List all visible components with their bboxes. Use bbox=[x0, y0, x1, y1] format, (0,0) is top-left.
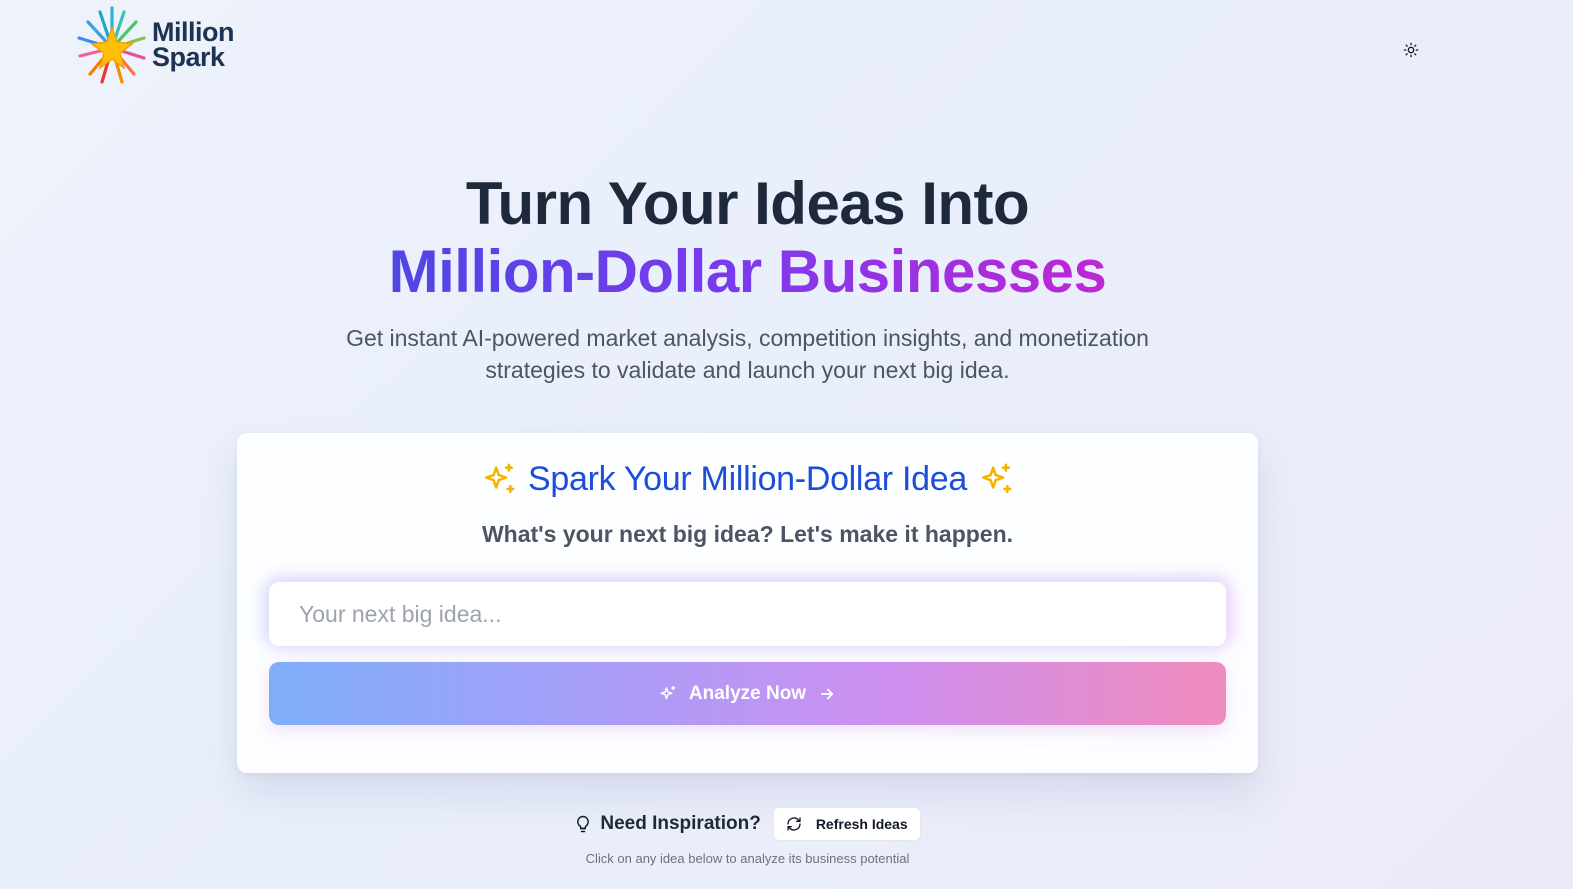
refresh-ideas-label: Refresh Ideas bbox=[815, 816, 908, 832]
inspiration-bar: Need Inspiration? Refresh Ideas bbox=[0, 806, 1495, 842]
idea-card: Spark Your Million-Dollar Idea What's yo… bbox=[237, 433, 1258, 773]
analyze-now-button[interactable]: Analyze Now bbox=[269, 662, 1226, 725]
hero-subtitle-line1: Get instant AI-powered market analysis, … bbox=[346, 325, 1149, 351]
sparkles-icon bbox=[981, 463, 1012, 494]
logo-line-spark: Spark bbox=[152, 42, 225, 72]
card-title-text: Spark Your Million-Dollar Idea bbox=[528, 459, 967, 498]
refresh-icon bbox=[787, 817, 801, 831]
hero-subtitle: Get instant AI-powered market analysis, … bbox=[0, 322, 1495, 386]
analyze-now-label: Analyze Now bbox=[688, 682, 807, 704]
card-subtitle: What's your next big idea? Let's make it… bbox=[481, 521, 1014, 547]
idea-input[interactable] bbox=[269, 582, 1226, 646]
inspiration-hint: Click on any idea below to analyze its b… bbox=[585, 851, 910, 866]
sparkles-icon bbox=[660, 685, 676, 699]
hero-subtitle-line2: strategies to validate and launch your n… bbox=[485, 357, 1010, 383]
spark-logo-icon bbox=[77, 6, 146, 84]
need-inspiration-text: Need Inspiration? bbox=[600, 813, 761, 834]
hero-title-line2: Million-Dollar Businesses bbox=[0, 238, 1495, 306]
theme-toggle-button[interactable] bbox=[1398, 37, 1424, 63]
sun-icon bbox=[1403, 42, 1419, 58]
refresh-ideas-button[interactable]: Refresh Ideas bbox=[772, 807, 921, 841]
lightbulb-icon bbox=[577, 815, 590, 833]
arrow-right-icon bbox=[821, 688, 834, 699]
logo-wordmark: Million Spark bbox=[152, 19, 234, 72]
card-title: Spark Your Million-Dollar Idea bbox=[237, 457, 1258, 501]
logo[interactable]: Million Spark bbox=[76, 4, 234, 86]
hero-title-gradient-text: Million-Dollar Businesses bbox=[388, 238, 1107, 305]
sparkles-icon bbox=[485, 463, 515, 494]
hero-title-line1: Turn Your Ideas Into bbox=[465, 170, 1030, 237]
need-inspiration-label: Need Inspiration? bbox=[574, 813, 761, 835]
page: Million Spark Turn Your Ideas Into Milli… bbox=[0, 0, 1573, 889]
